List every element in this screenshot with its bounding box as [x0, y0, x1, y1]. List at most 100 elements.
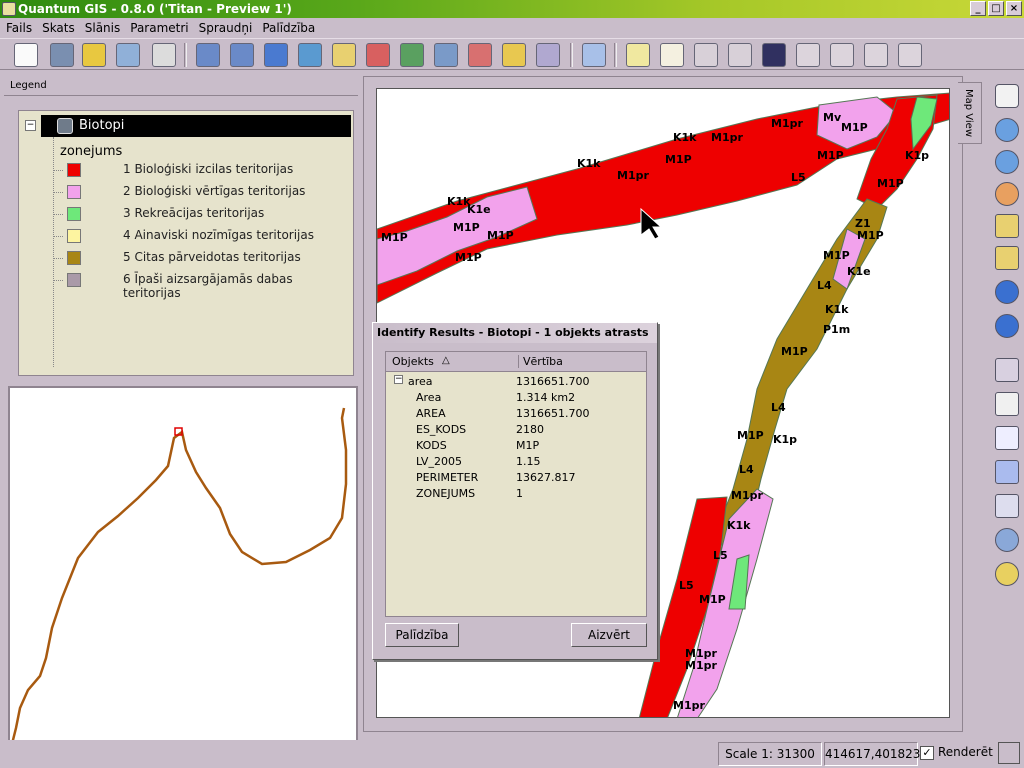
- zoom-full-icon[interactable]: [995, 182, 1019, 206]
- attr-row[interactable]: ZONEJUMS 1: [386, 486, 648, 502]
- classification-field: zonejums: [60, 144, 123, 159]
- class-swatch: [67, 207, 81, 221]
- print-icon[interactable]: [152, 43, 176, 67]
- refresh-map-icon[interactable]: [995, 314, 1019, 338]
- zoom-out-icon[interactable]: [995, 150, 1019, 174]
- capture-polygon-icon[interactable]: [762, 43, 786, 67]
- legend-class-1: 1 Bioloģiski izcilas teritorijas: [53, 159, 353, 181]
- status-bar: Scale 1: 31300 414617,401823: [0, 740, 1024, 768]
- move-vertex-icon[interactable]: [830, 43, 854, 67]
- map-label: M1pr: [685, 659, 717, 672]
- new-project-icon[interactable]: [14, 43, 38, 67]
- map-label: M1P: [487, 229, 514, 242]
- open-project-icon[interactable]: [116, 43, 140, 67]
- save-as-icon[interactable]: [82, 43, 106, 67]
- main-toolbar: [0, 38, 1024, 70]
- attr-row[interactable]: LV_2005 1.15: [386, 454, 648, 470]
- legend-class-3: 3 Rekreācijas teritorijas: [53, 203, 353, 225]
- map-label: M1P: [381, 231, 408, 244]
- menu-slanis[interactable]: Slānis: [85, 21, 121, 35]
- hide-all-icon[interactable]: [468, 43, 492, 67]
- attr-row[interactable]: AREA 1316651.700: [386, 406, 648, 422]
- render-checkbox[interactable]: ✓: [920, 746, 934, 760]
- select-edit-icon[interactable]: [582, 43, 606, 67]
- collapse-icon[interactable]: −: [394, 375, 403, 384]
- identify-results-tree[interactable]: Objekts △ Vērtība − area 1316651.700 Are…: [385, 351, 647, 617]
- map-label: M1P: [781, 345, 808, 358]
- delete-feature-icon[interactable]: [660, 43, 684, 67]
- menu-skats[interactable]: Skats: [42, 21, 75, 35]
- capture-point-icon[interactable]: [694, 43, 718, 67]
- map-label: K1p: [773, 433, 797, 446]
- delete-vertex-icon[interactable]: [864, 43, 888, 67]
- legend-class-4: 4 Ainaviski nozīmīgas teritorijas: [53, 225, 353, 247]
- refresh-icon[interactable]: [400, 43, 424, 67]
- legend-panel: − Biotopi zonejums 1 Bioloģiski izcilas …: [18, 110, 354, 376]
- title-bar: Quantum GIS - 0.8.0 ('Titan - Preview 1'…: [0, 0, 1024, 18]
- show-all-icon[interactable]: [434, 43, 458, 67]
- remove-layer-icon[interactable]: [366, 43, 390, 67]
- add-vertex-icon[interactable]: [796, 43, 820, 67]
- attr-row[interactable]: PERIMETER 13627.817: [386, 470, 648, 486]
- menu-palidziba[interactable]: Palīdzība: [262, 21, 315, 35]
- add-postgis-icon[interactable]: [264, 43, 288, 67]
- legend-dock: Legend − Biotopi zonejums 1 Bioloģiski i…: [4, 76, 358, 381]
- layer-name: Biotopi: [79, 118, 125, 133]
- new-bookmark-icon[interactable]: [995, 562, 1019, 586]
- measure-area-icon[interactable]: [995, 494, 1019, 518]
- close-button[interactable]: ×: [1006, 1, 1022, 16]
- class-swatch: [67, 273, 81, 287]
- cut-features-icon[interactable]: [898, 43, 922, 67]
- menu-parametri[interactable]: Parametri: [130, 21, 188, 35]
- show-layer-icon[interactable]: [502, 43, 526, 67]
- layer-item-biotopi[interactable]: Biotopi: [41, 115, 351, 137]
- tree-row-area[interactable]: − area 1316651.700: [386, 374, 648, 390]
- layer-collapse-toggle[interactable]: −: [25, 120, 36, 131]
- select-features-icon[interactable]: [995, 392, 1019, 416]
- identify-header: Objekts △ Vērtība: [386, 352, 646, 372]
- measure-line-icon[interactable]: [995, 460, 1019, 484]
- close-dialog-button[interactable]: Aizvērt: [571, 623, 647, 647]
- zoom-selection-icon[interactable]: [995, 214, 1019, 238]
- minimize-button[interactable]: _: [970, 1, 986, 16]
- menu-fails[interactable]: Fails: [6, 21, 32, 35]
- pan-hand-icon[interactable]: [995, 84, 1019, 108]
- map-label: M1pr: [771, 117, 803, 130]
- attr-row[interactable]: Area 1.314 km2: [386, 390, 648, 406]
- zoom-layer-icon[interactable]: [995, 246, 1019, 270]
- class-swatch: [67, 251, 81, 265]
- maximize-button[interactable]: □: [988, 1, 1004, 16]
- add-raster-icon[interactable]: [230, 43, 254, 67]
- map-label: K1e: [847, 265, 871, 278]
- overview-map[interactable]: [8, 386, 358, 762]
- zoom-last-icon[interactable]: [995, 280, 1019, 304]
- capture-line-icon[interactable]: [728, 43, 752, 67]
- sort-indicator-icon: △: [442, 355, 450, 366]
- map-label: K1k: [673, 131, 697, 144]
- zoom-in-icon[interactable]: [995, 118, 1019, 142]
- identify-features-icon[interactable]: [995, 358, 1019, 382]
- map-tips-icon[interactable]: [995, 528, 1019, 552]
- stop-render-icon[interactable]: [998, 742, 1020, 764]
- overview-canvas: [10, 407, 348, 745]
- new-layer-icon[interactable]: [332, 43, 356, 67]
- attr-row[interactable]: KODS M1P: [386, 438, 648, 454]
- hide-layer-icon[interactable]: [536, 43, 560, 67]
- map-label: L4: [739, 463, 754, 476]
- add-wms-icon[interactable]: [298, 43, 322, 67]
- help-button[interactable]: Palīdzība: [385, 623, 459, 647]
- add-vector-icon[interactable]: [196, 43, 220, 67]
- identify-results-dialog: Identify Results - Biotopi - 1 objekts a…: [372, 322, 658, 660]
- menu-spraudni[interactable]: Spraudņi: [199, 21, 253, 35]
- menu-bar: Fails Skats Slānis Parametri Spraudņi Pa…: [0, 18, 1024, 38]
- toggle-editing-icon[interactable]: [626, 43, 650, 67]
- save-project-icon[interactable]: [50, 43, 74, 67]
- map-label: M1pr: [711, 131, 743, 144]
- map-view-tab[interactable]: Map View: [958, 82, 982, 144]
- col-vertiba[interactable]: Vērtība: [518, 355, 563, 368]
- attr-row[interactable]: ES_KODS 2180: [386, 422, 648, 438]
- map-label: K1p: [905, 149, 929, 162]
- map-label: L5: [713, 549, 728, 562]
- col-objekts[interactable]: Objekts: [392, 355, 434, 368]
- attribute-table-icon[interactable]: [995, 426, 1019, 450]
